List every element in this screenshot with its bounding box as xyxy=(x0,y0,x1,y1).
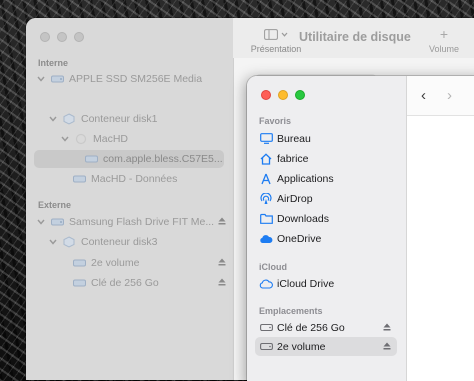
eject-icon[interactable] xyxy=(218,216,226,228)
favorites-section-header: Favoris xyxy=(259,116,292,126)
chevron-down-icon[interactable] xyxy=(60,136,70,142)
internal-section-header: Interne xyxy=(38,58,69,68)
sidebar-item-label: Downloads xyxy=(277,212,329,225)
close-button[interactable] xyxy=(40,32,50,42)
onedrive-cloud-icon xyxy=(259,234,273,244)
sidebar-item-machd-donnees[interactable]: MacHD - Données xyxy=(72,170,226,188)
internal-disk-icon xyxy=(50,74,64,84)
sidebar-item-conteneur-disk3[interactable]: Conteneur disk3 xyxy=(48,233,226,251)
external-disk-icon xyxy=(50,217,64,227)
volume-group-icon xyxy=(74,133,88,145)
back-button[interactable]: ‹ xyxy=(421,88,426,103)
finder-sidebar: Favoris Bureau fabrice Applications AirD… xyxy=(247,76,407,381)
sidebar-item-label: APPLE SSD SM256E Media xyxy=(69,73,203,85)
icloud-icon xyxy=(259,279,273,289)
sidebar-item-fabrice[interactable]: fabrice xyxy=(255,149,397,168)
sidebar-item-label: MacHD - Données xyxy=(91,173,178,185)
volume-icon xyxy=(72,174,86,184)
finder-window-controls xyxy=(261,90,305,100)
disk-utility-sidebar: Interne APPLE SSD SM256E Media Conteneur… xyxy=(26,18,233,380)
sidebar-item-label: com.apple.bless.C57E5... xyxy=(103,153,223,165)
sidebar-item-label: 2e volume xyxy=(91,257,140,269)
locations-section-header: Emplacements xyxy=(259,306,323,316)
sidebar-toggle-icon xyxy=(264,28,278,40)
sidebar-item-label: 2e volume xyxy=(277,340,326,353)
sidebar-item-bureau[interactable]: Bureau xyxy=(255,129,397,148)
sidebar-item-airdrop[interactable]: AirDrop xyxy=(255,189,397,208)
chevron-down-icon[interactable] xyxy=(48,116,58,122)
sidebar-item-label: Conteneur disk3 xyxy=(81,236,158,248)
sidebar-item-conteneur-disk1[interactable]: Conteneur disk1 xyxy=(48,110,226,128)
external-section-header: Externe xyxy=(38,200,72,210)
chevron-down-icon[interactable] xyxy=(36,76,46,82)
sidebar-item-onedrive[interactable]: OneDrive xyxy=(255,229,397,248)
container-icon xyxy=(62,113,76,125)
sidebar-item-com-apple-bless[interactable]: com.apple.bless.C57E5... xyxy=(34,150,224,168)
sidebar-item-icloud-drive[interactable]: iCloud Drive xyxy=(255,274,397,293)
presentation-button[interactable]: Présentation xyxy=(249,27,303,54)
sidebar-item-label: Applications xyxy=(277,172,334,185)
volume-icon xyxy=(72,258,86,268)
sidebar-item-apple-ssd[interactable]: APPLE SSD SM256E Media xyxy=(36,70,226,88)
minimize-button[interactable] xyxy=(57,32,67,42)
finder-toolbar: ‹ › 2 xyxy=(407,76,474,116)
sidebar-item-label: MacHD xyxy=(93,133,129,145)
sidebar-item-2e-volume[interactable]: 2e volume xyxy=(255,337,397,356)
window-title: Utilitaire de disque xyxy=(299,30,411,44)
volume-icon xyxy=(84,154,98,164)
forward-button[interactable]: › xyxy=(447,88,452,103)
airdrop-icon xyxy=(259,192,273,205)
presentation-label: Présentation xyxy=(250,44,302,54)
sidebar-item-label: Conteneur disk1 xyxy=(81,113,158,125)
eject-icon[interactable] xyxy=(218,277,226,289)
sidebar-item-machd[interactable]: MacHD xyxy=(60,130,226,148)
sidebar-item-label: fabrice xyxy=(277,152,309,165)
sidebar-item-label: Samsung Flash Drive FIT Me... xyxy=(69,216,215,228)
eject-icon[interactable] xyxy=(383,322,391,334)
container-icon xyxy=(62,236,76,248)
chevron-down-icon[interactable] xyxy=(36,219,46,225)
downloads-folder-icon xyxy=(259,213,273,224)
sidebar-item-label: Clé de 256 Go xyxy=(91,277,159,289)
icloud-section-header: iCloud xyxy=(259,262,287,272)
chevron-down-icon xyxy=(281,32,288,37)
zoom-button[interactable] xyxy=(295,90,305,100)
drive-icon xyxy=(259,342,273,351)
drive-icon xyxy=(259,323,273,332)
add-volume-button[interactable]: + Volume xyxy=(426,27,462,54)
volume-icon xyxy=(72,278,86,288)
sidebar-item-2e-volume[interactable]: 2e volume xyxy=(72,254,226,272)
sidebar-item-label: Bureau xyxy=(277,132,311,145)
sidebar-item-label: OneDrive xyxy=(277,232,322,245)
close-button[interactable] xyxy=(261,90,271,100)
eject-icon[interactable] xyxy=(383,341,391,353)
disk-utility-toolbar: Présentation Utilitaire de disque + Volu… xyxy=(233,18,474,58)
finder-window: Favoris Bureau fabrice Applications AirD… xyxy=(247,76,474,381)
sidebar-item-samsung-flash-drive[interactable]: Samsung Flash Drive FIT Me... xyxy=(36,213,226,231)
plus-icon: + xyxy=(439,26,449,42)
home-icon xyxy=(259,152,273,165)
zoom-button[interactable] xyxy=(74,32,84,42)
eject-icon[interactable] xyxy=(218,257,226,269)
sidebar-item-cle-256-go[interactable]: Clé de 256 Go xyxy=(72,274,226,292)
sidebar-item-cle-256-go[interactable]: Clé de 256 Go xyxy=(255,318,397,337)
sidebar-item-label: Clé de 256 Go xyxy=(277,321,345,334)
sidebar-item-downloads[interactable]: Downloads xyxy=(255,209,397,228)
chevron-down-icon[interactable] xyxy=(48,239,58,245)
volume-label: Volume xyxy=(428,44,460,54)
sidebar-item-label: AirDrop xyxy=(277,192,313,205)
desktop-icon xyxy=(259,133,273,144)
minimize-button[interactable] xyxy=(278,90,288,100)
sidebar-item-label: iCloud Drive xyxy=(277,277,335,290)
sidebar-item-applications[interactable]: Applications xyxy=(255,169,397,188)
applications-icon xyxy=(259,173,273,185)
disk-utility-window-controls xyxy=(40,32,84,42)
